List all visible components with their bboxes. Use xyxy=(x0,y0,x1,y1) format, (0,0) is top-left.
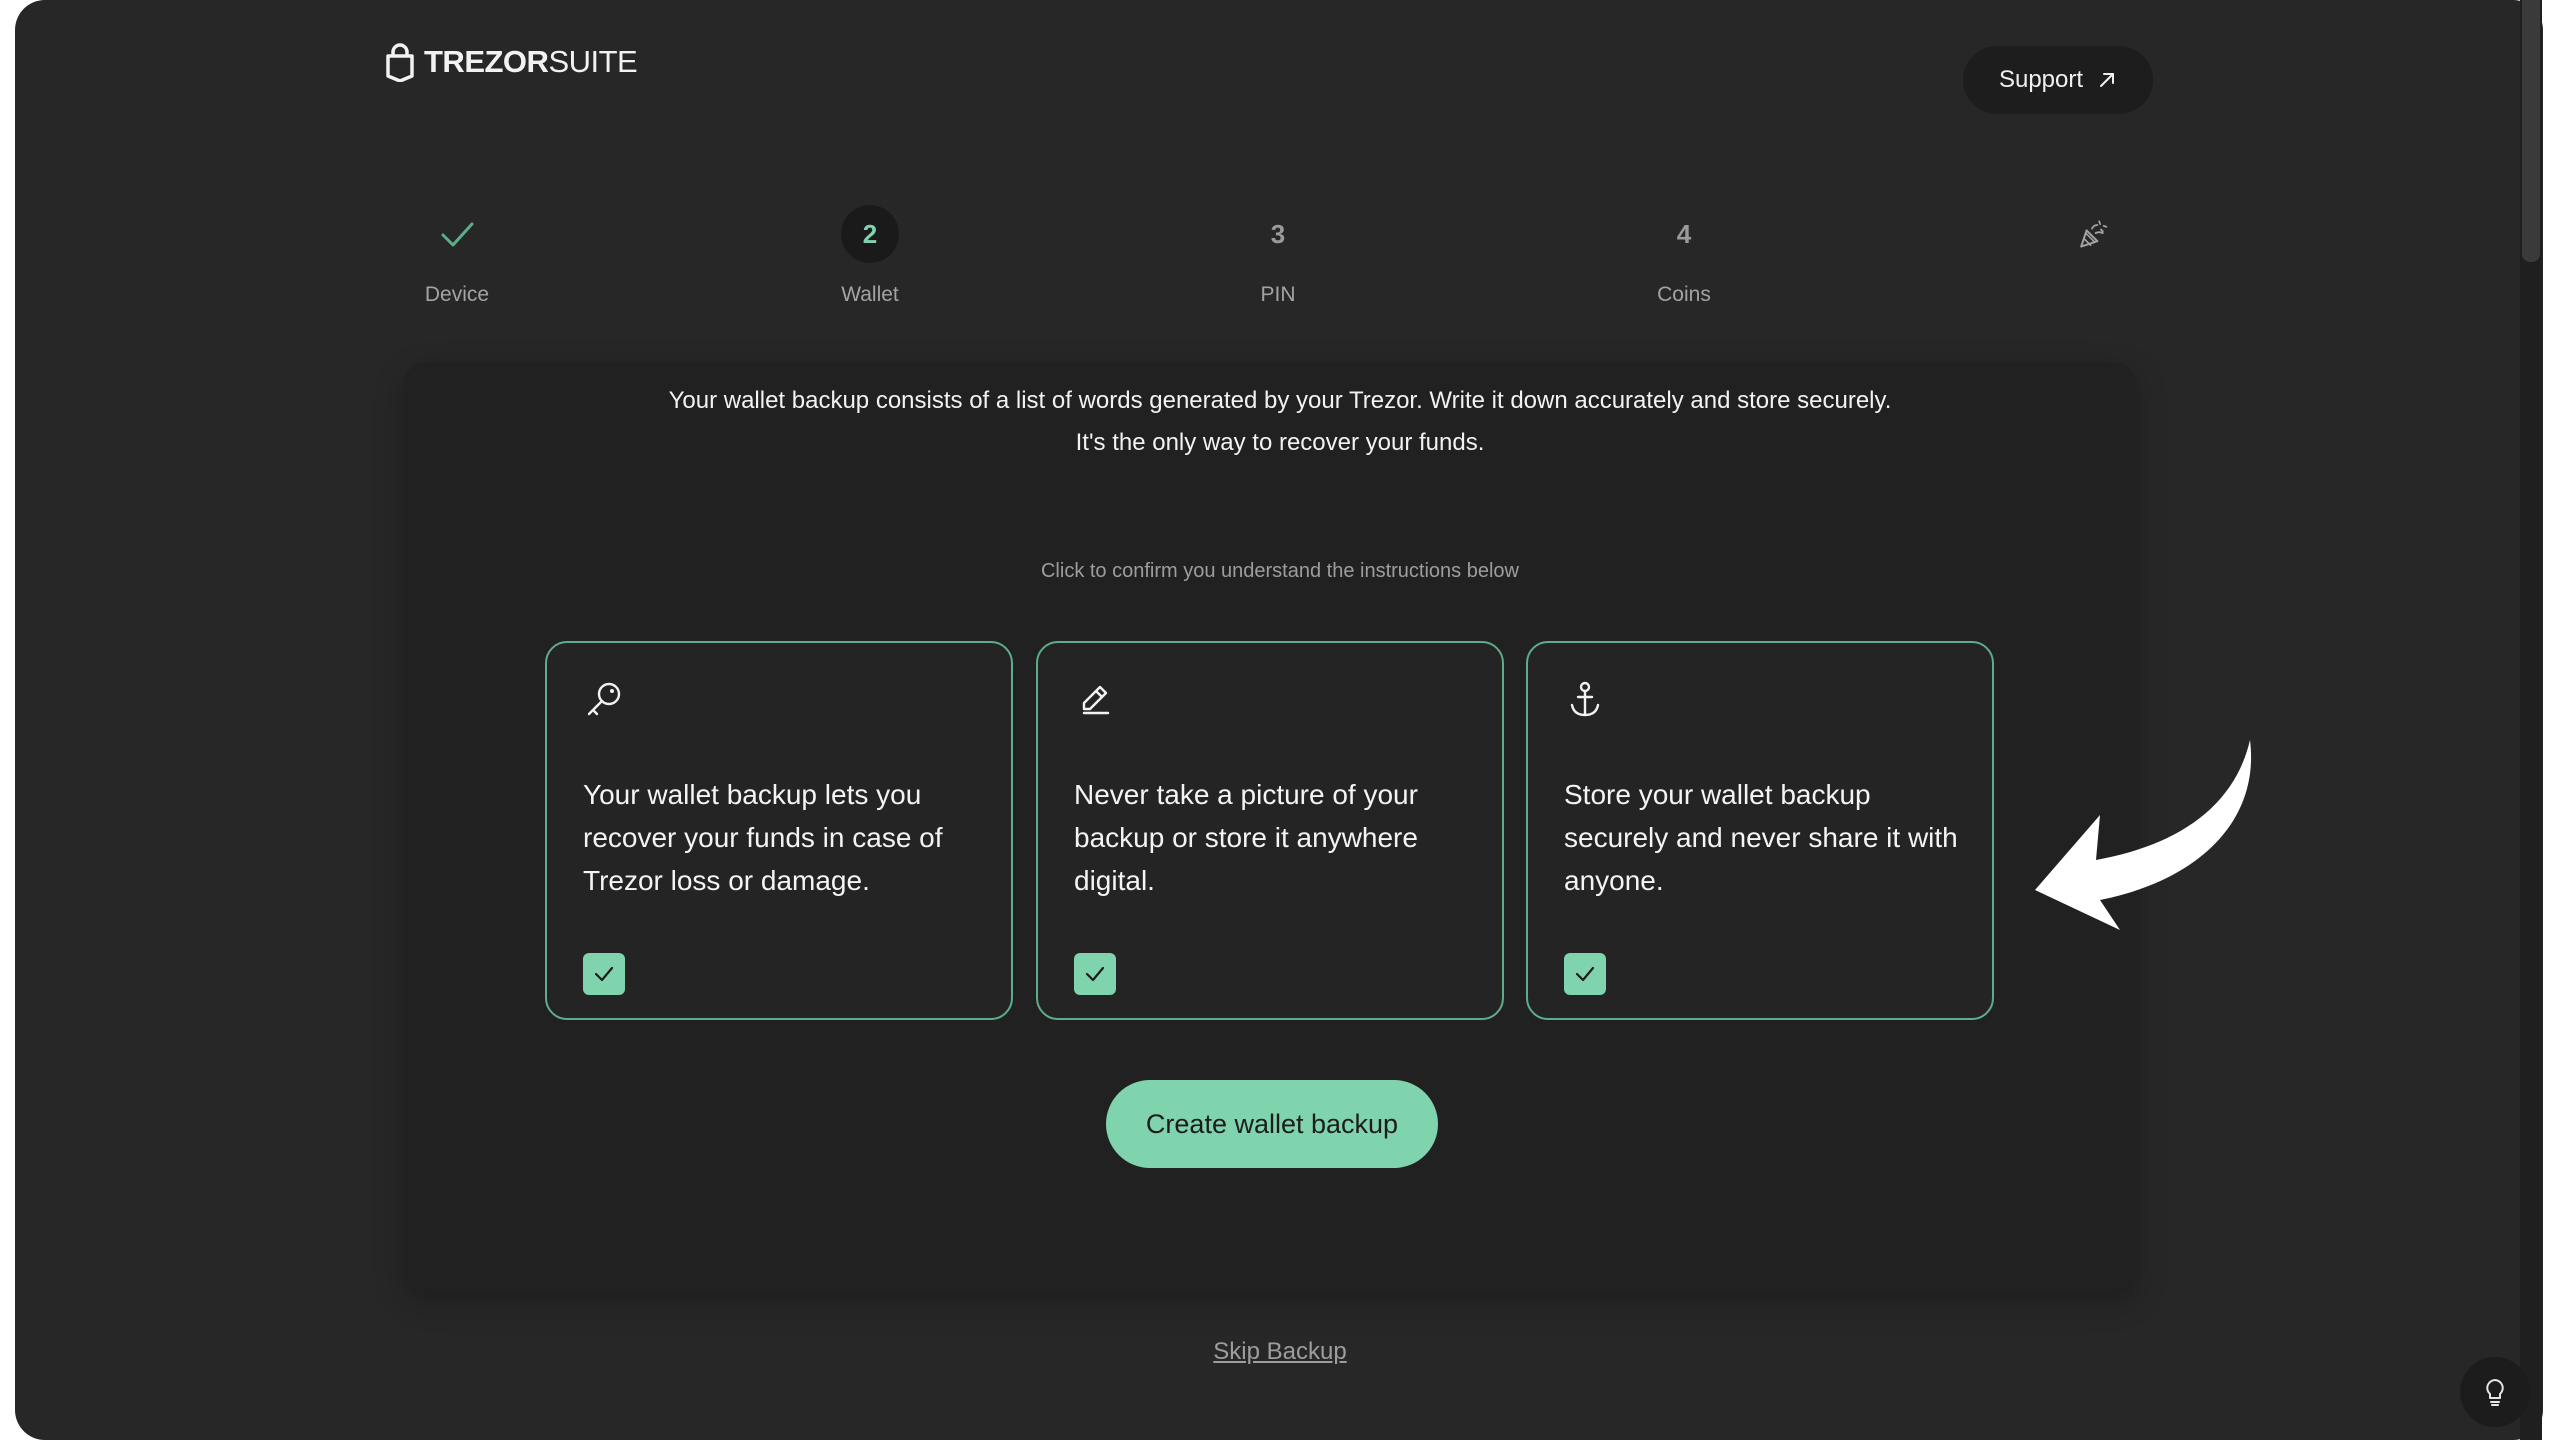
tile-text: Store your wallet backup securely and ne… xyxy=(1564,779,1958,896)
step-device: Device xyxy=(397,205,517,307)
confirm-hint: Click to confirm you understand the inst… xyxy=(1040,560,1519,582)
scrollbar-thumb[interactable] xyxy=(2522,0,2540,262)
step-wallet: 2 Wallet xyxy=(810,205,930,307)
scrollbar[interactable] xyxy=(2520,0,2542,1440)
support-button[interactable]: Support xyxy=(1963,46,2153,114)
lightbulb-icon xyxy=(2486,1379,2504,1406)
skip-backup-link[interactable]: Skip Backup xyxy=(0,1338,2560,1366)
trezor-suite-logo: TREZORSUITE xyxy=(386,42,638,82)
tile-checkbox[interactable] xyxy=(583,953,625,995)
step-label: Wallet xyxy=(841,283,899,306)
curved-arrow-icon xyxy=(2035,740,2252,930)
support-label: Support xyxy=(1998,66,2084,93)
intro-line-1: Your wallet backup consists of a list of… xyxy=(668,387,1892,414)
trezor-lock-icon xyxy=(386,43,414,82)
tile-text: Never take a picture of your backup or s… xyxy=(1074,779,1418,896)
step-number: 4 xyxy=(1676,218,1692,249)
pencil-icon xyxy=(1082,685,1110,715)
external-link-icon xyxy=(2100,73,2115,87)
anchor-icon xyxy=(1570,681,1600,717)
intro-line-2: It's the only way to recover your funds. xyxy=(1075,429,1485,456)
intro-text: Your wallet backup consists of a list of… xyxy=(0,380,2560,464)
create-wallet-backup-button[interactable]: Create wallet backup xyxy=(1106,1080,1438,1168)
checkmark-icon xyxy=(1085,966,1105,982)
instruction-tile-store-securely[interactable]: Store your wallet backup securely and ne… xyxy=(1526,641,1994,1020)
tips-button[interactable] xyxy=(2460,1357,2530,1427)
step-label: Coins xyxy=(1657,283,1711,306)
step-final xyxy=(2032,205,2152,263)
step-coins: 4 Coins xyxy=(1624,205,1744,307)
step-number: 3 xyxy=(1270,218,1286,249)
key-icon xyxy=(587,682,621,716)
checkmark-icon xyxy=(441,222,474,247)
step-number: 2 xyxy=(841,205,899,263)
step-done-check xyxy=(428,205,486,263)
party-popper-icon xyxy=(2080,220,2108,248)
tile-checkbox[interactable] xyxy=(1074,953,1116,995)
brand-bold: TREZOR xyxy=(424,44,549,79)
step-label: PIN xyxy=(1260,283,1296,306)
checkmark-icon xyxy=(594,966,614,982)
instruction-tile-recover[interactable]: Your wallet backup lets you recover your… xyxy=(545,641,1013,1020)
tile-text: Your wallet backup lets you recover your… xyxy=(583,779,943,896)
tile-checkbox[interactable] xyxy=(1564,953,1606,995)
step-label: Device xyxy=(424,283,490,306)
checkmark-icon xyxy=(1575,966,1595,982)
brand-light: SUITE xyxy=(548,44,638,79)
instruction-tile-no-picture[interactable]: Never take a picture of your backup or s… xyxy=(1036,641,1504,1020)
step-pin: 3 PIN xyxy=(1218,205,1338,307)
